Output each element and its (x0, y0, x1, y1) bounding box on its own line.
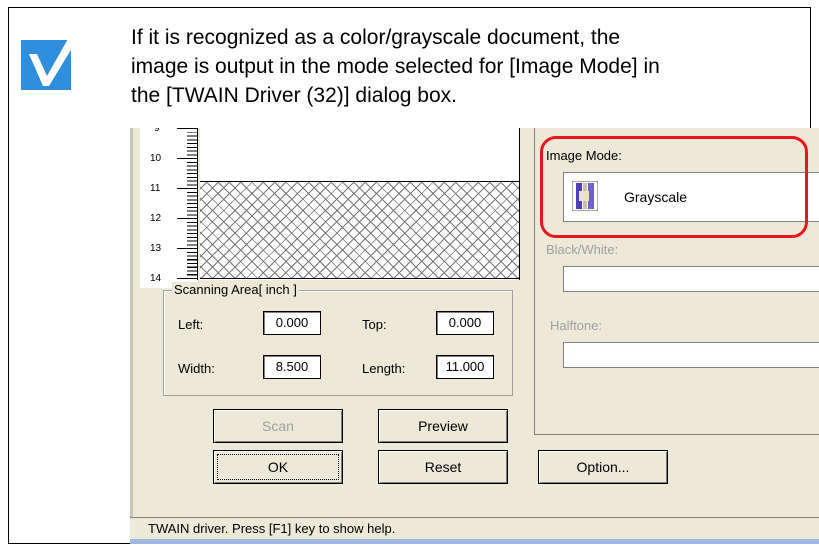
left-field[interactable]: 0.000 (263, 311, 321, 335)
black-white-select[interactable]: ▼ (563, 266, 819, 292)
checkmark-icon (21, 30, 83, 90)
dialog-bottom-edge (130, 539, 819, 544)
preview-area[interactable] (200, 128, 520, 280)
halftone-select[interactable]: ▼ (563, 342, 819, 368)
halftone-label: Halftone: (550, 318, 603, 333)
note-line-2: image is output in the mode selected for… (131, 55, 660, 78)
length-label: Length: (362, 361, 406, 376)
reset-button[interactable]: Reset (378, 450, 508, 484)
black-white-label: Black/White: (546, 242, 619, 257)
ruler-label-14: 14 (150, 273, 162, 284)
scan-button[interactable]: Scan (213, 409, 343, 443)
ruler-label-11: 11 (150, 183, 161, 194)
note-line-1: If it is recognized as a color/grayscale… (131, 26, 621, 49)
preview-button[interactable]: Preview (378, 409, 508, 443)
option-button[interactable]: Option... (538, 450, 668, 484)
ruler-axis (197, 128, 198, 280)
width-field[interactable]: 8.500 (263, 355, 321, 379)
top-label: Top: (362, 317, 387, 332)
ruler-label-10: 10 (150, 153, 162, 164)
scanning-area-title: Scanning Area[ inch ] (172, 282, 299, 297)
status-bar: TWAIN driver. Press [F1] key to show hel… (130, 517, 819, 539)
ruler-label-12: 12 (150, 213, 162, 224)
ruler-scale-long (177, 128, 197, 280)
top-field[interactable]: 0.000 (436, 311, 494, 335)
scanning-area-group: Scanning Area[ inch ] Left: 0.000 Top: 0… (163, 282, 513, 396)
width-label: Width: (178, 361, 215, 376)
length-field[interactable]: 11.000 (436, 355, 494, 379)
twain-dialog: 9 10 11 12 13 14 Scanning Area[ inch ] L… (130, 128, 819, 544)
ruler-label-13: 13 (150, 243, 162, 254)
scan-area-hatch (200, 181, 519, 279)
image-mode-highlight (540, 136, 808, 238)
ok-button[interactable]: OK (213, 450, 343, 484)
ruler-label-9: 9 (154, 128, 160, 134)
note-line-3: the [TWAIN Driver (32)] dialog box. (131, 84, 457, 107)
dialog-edge (130, 128, 133, 544)
vertical-ruler: 9 10 11 12 13 14 (140, 128, 198, 288)
note-text: If it is recognized as a color/grayscale… (131, 23, 811, 110)
left-label: Left: (178, 317, 204, 332)
